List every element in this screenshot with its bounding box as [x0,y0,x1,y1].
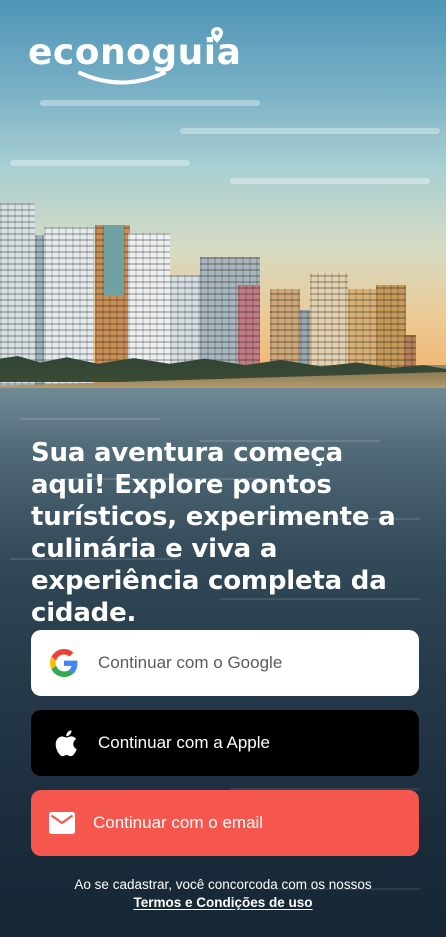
continue-with-google-button[interactable]: Continuar com o Google [31,630,419,696]
headline: Sua aventura começa aqui! Explore pontos… [31,438,396,628]
cloud [10,160,190,166]
apple-button-label: Continuar com a Apple [98,733,270,752]
continue-with-email-button[interactable]: Continuar com o email [31,790,419,856]
city-skyline [0,195,446,385]
envelope-icon [49,812,75,834]
legal-notice: Ao se cadastrar, você concorcoda com os … [0,876,446,912]
continue-with-apple-button[interactable]: Continuar com a Apple [31,710,419,776]
google-icon [50,649,78,677]
cloud [230,178,430,184]
smile-curve-icon [78,71,166,85]
email-button-label: Continuar com o email [93,813,264,832]
apple-icon [55,730,77,757]
terms-link[interactable]: Termos e Condições de uso [133,894,312,912]
cloud [180,128,440,134]
cloud [40,100,260,106]
econoguia-logo: econoguia [28,22,241,86]
legal-text: Ao se cadastrar, você concorcoda com os … [74,877,372,892]
location-pin-icon [211,27,223,43]
google-button-label: Continuar com o Google [98,653,283,672]
